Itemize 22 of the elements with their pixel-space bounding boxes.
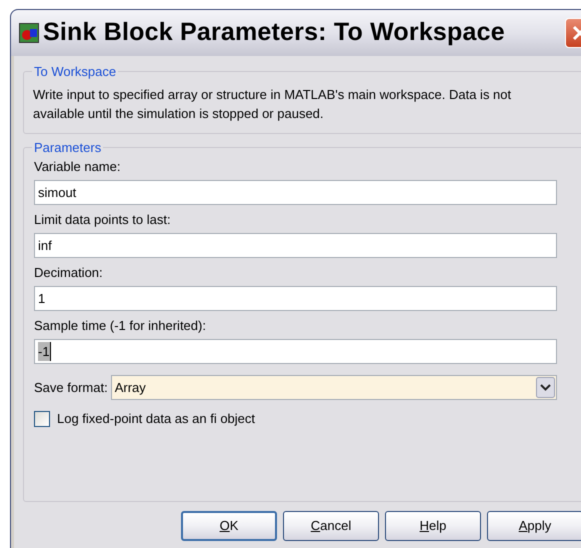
block-icon [19, 23, 39, 43]
checkbox-label: Log fixed-point data as an fi object [57, 410, 256, 428]
dialog-button[interactable]: Help [385, 510, 481, 540]
field-label: Decimation: [34, 265, 104, 281]
field-label: Save format: [34, 378, 108, 397]
field-label: Sample time (-1 for inherited): [34, 318, 207, 334]
window-title: Sink Block Parameters: To Workspace [43, 17, 505, 48]
input-field[interactable]: -1 [34, 339, 557, 364]
chevron-down-icon [536, 377, 555, 398]
input-field[interactable]: simout [34, 180, 557, 205]
input-field[interactable]: inf [34, 233, 557, 258]
group-title: To Workspace [33, 63, 118, 81]
description-text: Write input to specified array or structure in MATLAB's main workspace. Data is not available until the simulation is stopped or paused. [33, 86, 512, 122]
dialog-button[interactable]: Apply [487, 510, 581, 540]
dialog-button[interactable]: OK [181, 510, 277, 540]
field-label: Limit data points to last: [34, 212, 172, 228]
checkbox[interactable] [34, 410, 50, 427]
dialog-button[interactable]: Cancel [283, 510, 379, 540]
group-title: Parameters [33, 138, 102, 156]
dropdown[interactable]: Array [110, 375, 557, 400]
field-label: Variable name: [34, 159, 122, 175]
input-field[interactable]: 1 [34, 286, 557, 311]
